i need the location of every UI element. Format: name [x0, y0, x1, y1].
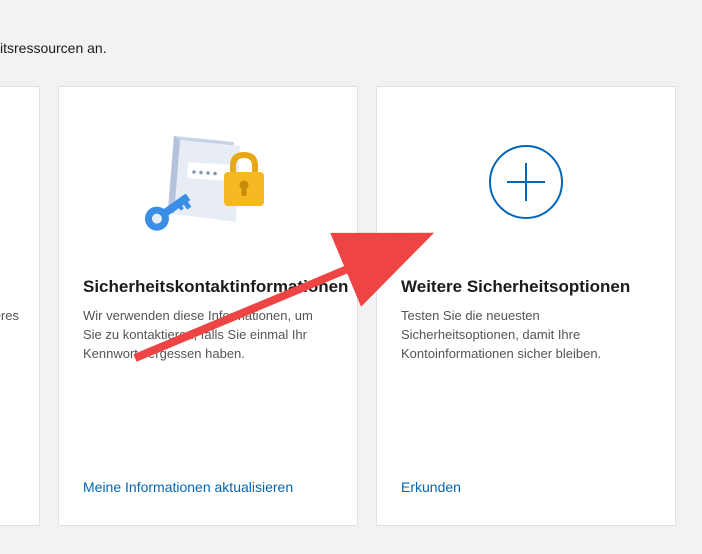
card-partial-title [0, 277, 19, 297]
explore-link[interactable]: Erkunden [401, 479, 461, 495]
card-partial-illustration [0, 87, 39, 277]
cards-row: keres [0, 86, 676, 526]
card-partial-desc: keres [0, 307, 19, 326]
page-intro-fragment: itsressourcen an. [0, 40, 107, 56]
more-options-illustration [377, 87, 675, 277]
card-partial-left: keres [0, 86, 40, 526]
plus-circle-icon [481, 137, 571, 227]
card-more-security-options: Weitere Sicherheitsoptionen Testen Sie d… [376, 86, 676, 526]
notebook-key-lock-icon [138, 122, 278, 242]
more-options-desc: Testen Sie die neuesten Sicherheitsoptio… [401, 307, 651, 364]
card-security-contact: Sicherheitskontaktinformationen Wir verw… [58, 86, 358, 526]
security-contact-title: Sicherheitskontaktinformationen [83, 277, 333, 297]
more-options-title: Weitere Sicherheitsoptionen [401, 277, 651, 297]
security-contact-illustration [59, 87, 357, 277]
security-contact-desc: Wir verwenden diese Informationen, um Si… [83, 307, 333, 364]
update-info-link[interactable]: Meine Informationen aktualisieren [83, 479, 293, 495]
